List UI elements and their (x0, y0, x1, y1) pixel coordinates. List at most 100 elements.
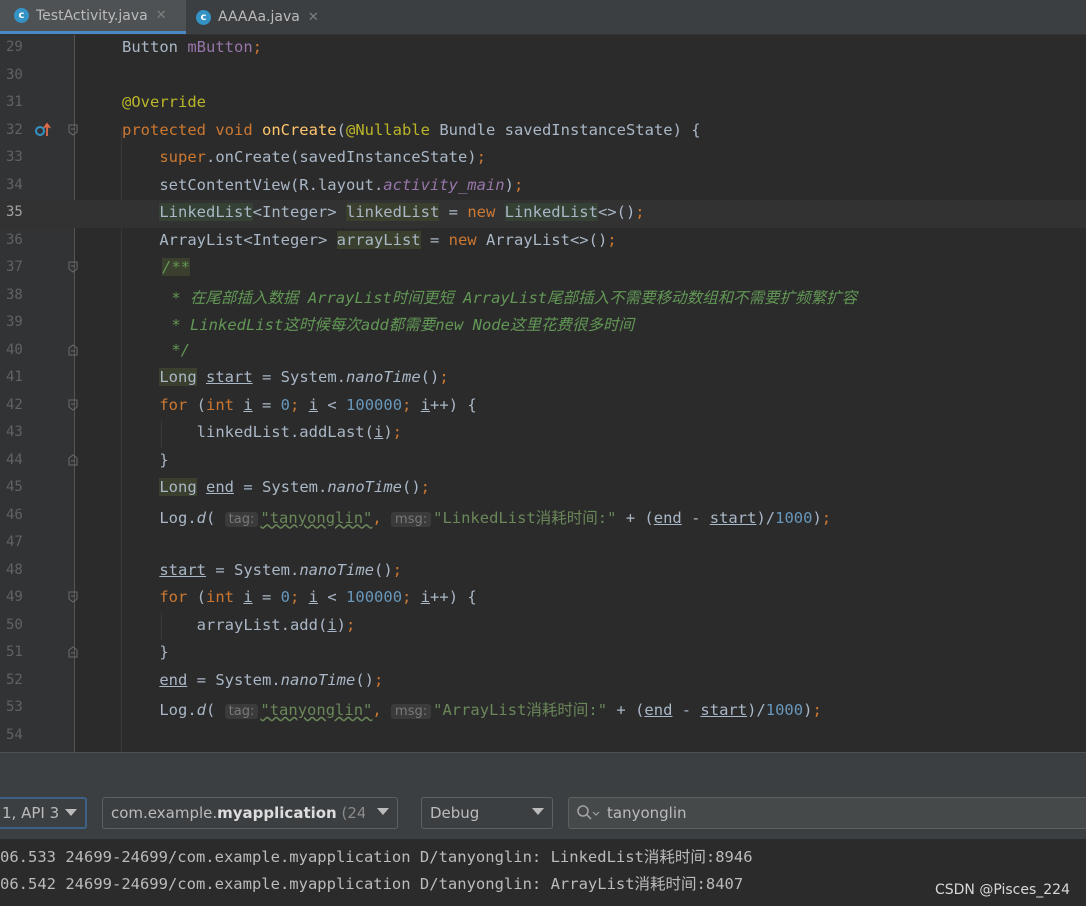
code-editor[interactable]: 29 Button mButton; 30 31 @Override 32 pr… (0, 35, 1086, 752)
line-number: 31 (6, 94, 23, 110)
code-text: LinkedList<Integer> linkedList = new Lin… (159, 203, 645, 221)
line-number: 49 (6, 589, 23, 605)
fold-icon[interactable] (68, 261, 78, 273)
line-number: 51 (6, 644, 23, 660)
process-selector-value: com.example.myapplication (24699) (111, 804, 365, 822)
line-number: 50 (6, 616, 23, 633)
fold-icon[interactable] (68, 646, 78, 658)
close-icon[interactable]: ✕ (308, 10, 319, 25)
fold-icon[interactable] (68, 124, 78, 136)
code-line: 47 (0, 530, 1086, 558)
code-text: } (122, 643, 169, 661)
code-text: } (122, 450, 169, 469)
code-comment: * 在尾部插入数据 ArrayList时间更短 ArrayList尾部插入不需要… (162, 288, 858, 307)
code-line: 46 Log.d( tag: "tanyonglin", msg: "LinkedL… (0, 503, 1086, 531)
code-line: 29 Button mButton; (0, 35, 1086, 63)
logcat-output[interactable]: 06.533 24699-24699/com.example.myapplica… (0, 839, 1086, 906)
fold-icon[interactable] (68, 591, 78, 603)
code-text: @Override (122, 93, 206, 111)
code-text: ArrayList<Integer> arrayList = new Array… (122, 230, 617, 249)
code-line: 43 linkedList.addLast(i); (0, 420, 1086, 448)
code-text: Long end = System.nanoTime(); (159, 478, 430, 496)
log-level-selector[interactable]: Debug (421, 797, 553, 829)
code-line: 33 super.onCreate(savedInstanceState); (0, 145, 1086, 173)
code-line: 34 setContentView(R.layout.activity_main… (0, 173, 1086, 201)
watermark: CSDN @Pisces_224 (934, 882, 1070, 898)
line-number: 34 (6, 176, 23, 193)
code-text: for (int i = 0; i < 100000; i++) { (159, 395, 477, 414)
code-line: 50 arrayList.add(i); (0, 612, 1086, 640)
code-line-current: 35 LinkedList<Integer> linkedList = new … (0, 200, 1086, 228)
search-icon (577, 805, 600, 820)
line-number: 36 (6, 231, 23, 248)
line-number: 40 (6, 341, 23, 358)
code-line: 51 } (0, 640, 1086, 668)
line-number: 39 (6, 314, 23, 330)
line-number: 41 (6, 369, 23, 385)
code-line: 54 (0, 723, 1086, 751)
chevron-down-icon (377, 808, 389, 815)
code-text: arrayList.add(i); (122, 615, 356, 634)
tab-label: AAAAa.java (218, 9, 300, 25)
line-number: 54 (6, 726, 23, 743)
param-hint-msg: msg: (391, 704, 432, 719)
line-number: 38 (6, 286, 23, 303)
line-number: 43 (6, 424, 23, 440)
code-line: 53 Log.d( tag: "tanyonglin", msg: "ArrayLi… (0, 695, 1086, 723)
code-line: 45 Long end = System.nanoTime(); (0, 475, 1086, 503)
code-comment: * LinkedList这时候每次add都需要new Node这里花费很多时间 (162, 316, 634, 334)
process-selector[interactable]: com.example.myapplication (24699) (102, 797, 398, 829)
log-level-value: Debug (430, 804, 480, 822)
java-class-icon: c (196, 9, 211, 25)
code-line: 41 Long start = System.nanoTime(); (0, 365, 1086, 393)
device-selector-value: 1, API 30 (2, 804, 60, 822)
line-number: 53 (6, 699, 23, 715)
code-text: Log.d( tag: "tanyonglin", msg: "LinkedList… (122, 508, 832, 527)
code-text: start = System.nanoTime(); (159, 560, 402, 579)
param-hint-tag: tag: (224, 511, 259, 527)
fold-icon[interactable] (68, 343, 78, 356)
device-selector[interactable]: 1, API 30 (0, 797, 87, 829)
code-text: protected void onCreate(@Nullable Bundle… (122, 120, 701, 139)
line-number: 35 (6, 204, 23, 220)
editor-tab-bar: c TestActivity.java ✕ c AAAAa.java ✕ (0, 0, 1086, 35)
code-line: 31 @Override (0, 90, 1086, 118)
code-text: /** (162, 258, 190, 276)
search-input-value[interactable]: tanyonglin (607, 804, 687, 822)
code-text: for (int i = 0; i < 100000; i++) { (159, 588, 477, 606)
code-text: linkedList.addLast(i); (122, 423, 402, 441)
logcat-search-field[interactable]: tanyonglin (568, 797, 1086, 829)
close-icon[interactable]: ✕ (156, 8, 167, 23)
line-number: 45 (6, 479, 23, 495)
code-line: 42 for (int i = 0; i < 100000; i++) { (0, 393, 1086, 421)
chevron-down-icon (532, 808, 544, 815)
param-hint-tag: tag: (224, 704, 259, 719)
code-line: 49 for (int i = 0; i < 100000; i++) { (0, 585, 1086, 613)
code-line: 52 end = System.nanoTime(); (0, 668, 1086, 696)
code-line: 30 (0, 63, 1086, 91)
line-number: 33 (6, 149, 23, 165)
code-line: 40 */ (0, 338, 1086, 366)
line-number: 29 (6, 39, 23, 55)
line-number: 44 (6, 451, 23, 468)
code-text: end = System.nanoTime(); (159, 670, 384, 689)
line-number: 46 (6, 506, 23, 523)
code-text: super.onCreate(savedInstanceState); (159, 148, 486, 166)
tab-test-activity[interactable]: c TestActivity.java ✕ (0, 0, 186, 34)
tab-label: TestActivity.java (36, 7, 148, 24)
fold-icon[interactable] (68, 399, 78, 411)
code-line: 37 /** (0, 255, 1086, 283)
code-text: Long start = System.nanoTime(); (159, 368, 449, 386)
tab-aaaaa[interactable]: c AAAAa.java ✕ (186, 0, 336, 34)
code-line: 32 protected void onCreate(@Nullable Bun… (0, 118, 1086, 146)
fold-icon[interactable] (68, 453, 78, 466)
code-line: 38 * 在尾部插入数据 ArrayList时间更短 ArrayList尾部插入… (0, 283, 1086, 311)
line-number: 47 (6, 534, 23, 550)
log-line: 06.542 24699-24699/com.example.myapplica… (0, 875, 744, 893)
code-text: Button mButton; (122, 38, 262, 56)
code-line: 44 } (0, 448, 1086, 476)
line-number: 42 (6, 396, 23, 413)
line-number: 52 (6, 671, 23, 688)
panel-splitter[interactable] (0, 752, 1086, 788)
override-method-icon[interactable] (34, 121, 52, 139)
